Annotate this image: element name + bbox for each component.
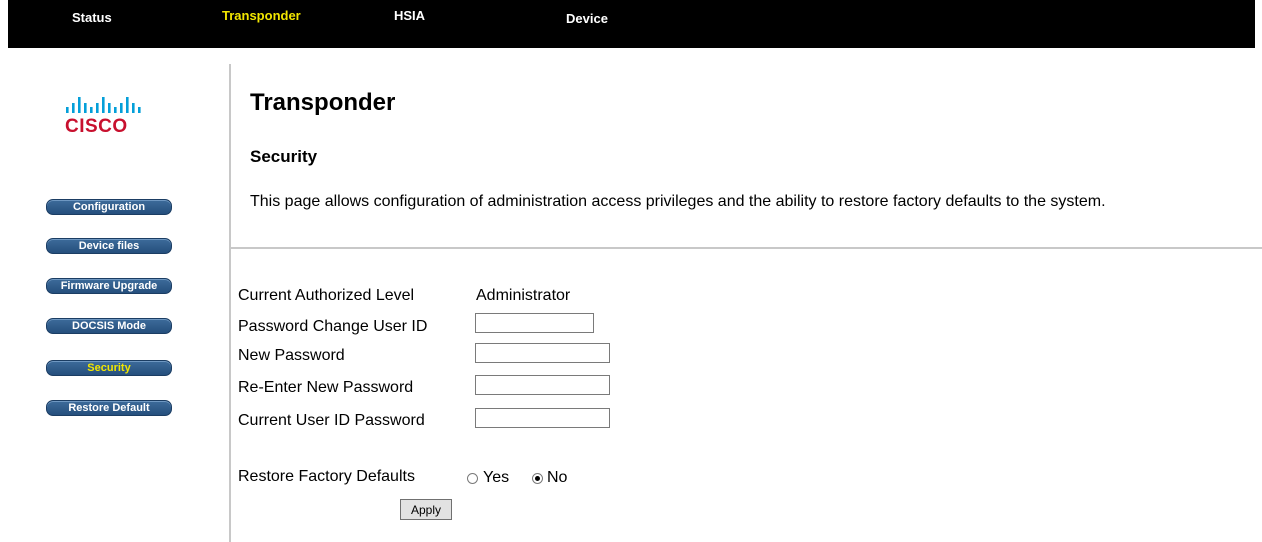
- page-title: Transponder: [250, 89, 396, 116]
- current-level-value: Administrator: [476, 287, 571, 304]
- apply-button[interactable]: Apply: [400, 499, 452, 520]
- new-password-label: New Password: [238, 347, 345, 364]
- current-password-input[interactable]: [475, 408, 610, 428]
- sidebar-item-docsis-mode[interactable]: DOCSIS Mode: [46, 318, 172, 334]
- page-subtitle: Security: [250, 147, 318, 166]
- nav-tab-hsia[interactable]: HSIA: [394, 8, 425, 24]
- sidebar-item-firmware-upgrade[interactable]: Firmware Upgrade: [46, 278, 172, 294]
- restore-no-radio[interactable]: [532, 473, 543, 484]
- cisco-logo: CISCO: [62, 92, 162, 137]
- nav-tab-status[interactable]: Status: [72, 10, 112, 26]
- user-id-input[interactable]: [475, 313, 594, 333]
- current-level-label: Current Authorized Level: [238, 287, 415, 304]
- reenter-password-label: Re-Enter New Password: [238, 379, 414, 396]
- restore-yes-radio[interactable]: [467, 473, 478, 484]
- restore-yes-label: Yes: [483, 469, 510, 486]
- reenter-password-input[interactable]: [475, 375, 610, 395]
- current-password-label: Current User ID Password: [238, 412, 425, 429]
- nav-tab-device[interactable]: Device: [566, 11, 608, 27]
- new-password-input[interactable]: [475, 343, 610, 363]
- vertical-divider: [229, 64, 231, 542]
- nav-tab-transponder[interactable]: Transponder: [222, 8, 301, 24]
- restore-defaults-label: Restore Factory Defaults: [238, 468, 415, 485]
- sidebar-item-security[interactable]: Security: [46, 360, 172, 376]
- logo-wordmark: CISCO: [65, 116, 128, 136]
- cisco-bars-icon: CISCO: [65, 97, 141, 137]
- user-id-label: Password Change User ID: [238, 318, 428, 335]
- horizontal-divider: [229, 247, 1262, 249]
- restore-no-label: No: [547, 469, 568, 486]
- sidebar-item-configuration[interactable]: Configuration: [46, 199, 172, 215]
- sidebar-item-device-files[interactable]: Device files: [46, 238, 172, 254]
- top-nav-bar: Status Transponder HSIA Device: [8, 0, 1255, 48]
- sidebar-item-restore-default[interactable]: Restore Default: [46, 400, 172, 416]
- page-description: This page allows configuration of admini…: [250, 193, 1106, 210]
